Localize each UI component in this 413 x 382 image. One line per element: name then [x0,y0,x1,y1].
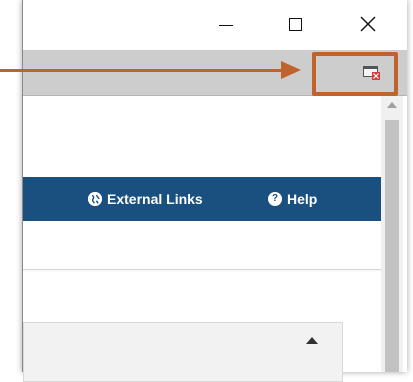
page-content: External Links ? Help [23,96,381,382]
scrollbar-thumb[interactable] [385,120,399,372]
callout-highlight-box [312,52,398,96]
title-bar [23,0,407,50]
close-icon [360,16,376,32]
help-link[interactable]: ? Help [268,191,317,207]
top-navigation-bar: External Links ? Help [23,177,381,221]
section-divider [23,269,381,270]
callout-arrow-head [281,61,301,79]
help-label: Help [287,191,318,207]
maximize-icon [289,18,302,31]
external-links-link[interactable]: External Links [88,191,203,207]
callout-arrow-line [0,69,285,72]
external-links-label: External Links [107,191,203,207]
scroll-up-icon[interactable] [387,102,397,108]
screenshot-page: External Links ? Help [0,0,413,382]
maximize-button[interactable] [277,10,317,40]
chevron-up-icon [306,337,318,344]
question-icon: ? [268,192,282,206]
globe-icon [88,192,102,206]
minimize-icon [219,25,233,26]
vertical-scrollbar[interactable] [381,96,403,372]
collapsible-panel-header[interactable] [23,322,343,382]
minimize-button[interactable] [206,10,246,40]
close-button[interactable] [348,10,388,40]
